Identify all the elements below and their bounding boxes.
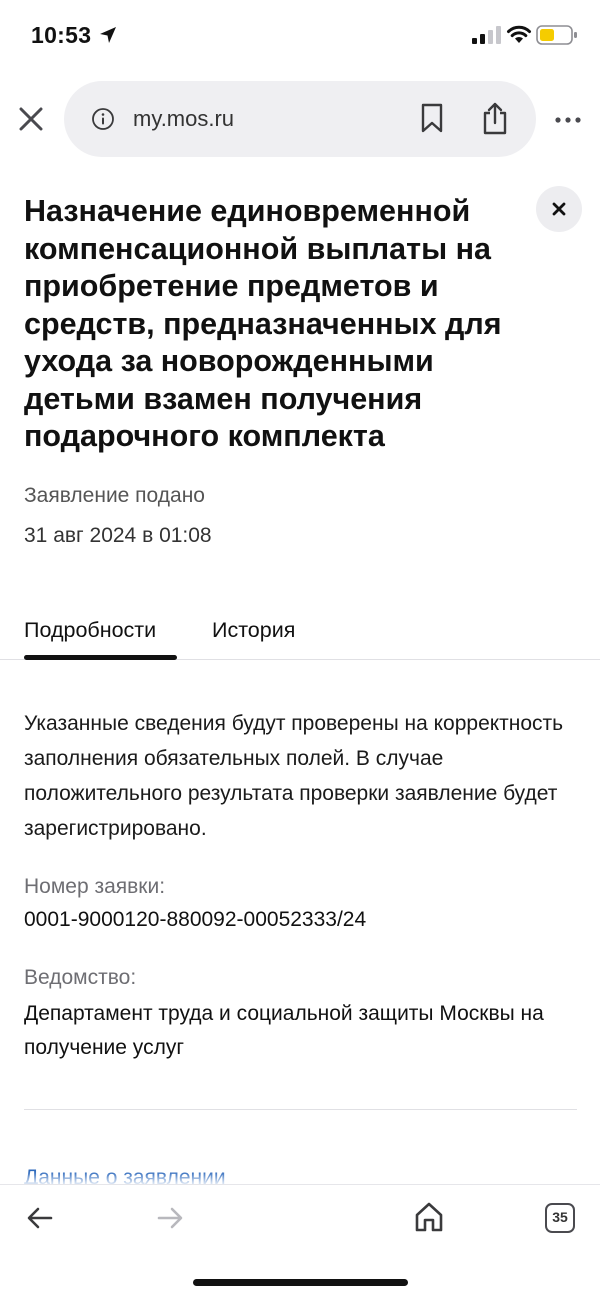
tabs-counter-button[interactable]: 35	[545, 1203, 575, 1233]
tab-history[interactable]: История	[212, 618, 295, 643]
close-icon	[552, 202, 566, 216]
forward-arrow-icon[interactable]	[156, 1205, 184, 1231]
submitted-label: Заявление подано	[24, 484, 205, 507]
application-number-label: Номер заявки:	[24, 875, 166, 898]
department-value: Департамент труда и социальной защиты Мо…	[24, 1002, 544, 1059]
home-icon[interactable]	[414, 1201, 444, 1233]
address-bar[interactable]: my.mos.ru	[64, 81, 536, 157]
location-arrow-icon	[100, 27, 116, 43]
share-icon[interactable]	[481, 101, 509, 135]
department-label: Ведомство:	[24, 966, 137, 989]
bookmark-icon[interactable]	[420, 103, 444, 133]
page-title: Назначение единовременной компенсационно…	[24, 194, 502, 453]
divider	[24, 1109, 577, 1110]
back-arrow-icon[interactable]	[26, 1205, 54, 1231]
tab-details[interactable]: Подробности	[24, 618, 156, 643]
battery-icon	[536, 25, 577, 45]
status-time: 10:53	[31, 22, 92, 48]
browser-toolbar: 35	[0, 1184, 600, 1297]
url-text[interactable]: my.mos.ru	[133, 106, 234, 132]
info-paragraph: Указанные сведения будут проверены на ко…	[24, 712, 564, 840]
application-number-value: 0001-9000120-880092-00052333/24	[24, 908, 367, 931]
cellular-signal-icon	[472, 26, 501, 44]
more-options-icon[interactable]	[554, 110, 582, 130]
tab-bar: Подробности История	[0, 600, 600, 660]
info-icon[interactable]	[91, 107, 115, 131]
wifi-icon	[507, 25, 531, 43]
submitted-date: 31 авг 2024 в 01:08	[24, 524, 212, 547]
close-icon[interactable]	[18, 106, 44, 132]
status-bar: 10:53	[0, 0, 600, 70]
dismiss-button[interactable]	[536, 186, 582, 232]
active-tab-indicator	[24, 655, 177, 660]
home-indicator	[193, 1279, 408, 1286]
